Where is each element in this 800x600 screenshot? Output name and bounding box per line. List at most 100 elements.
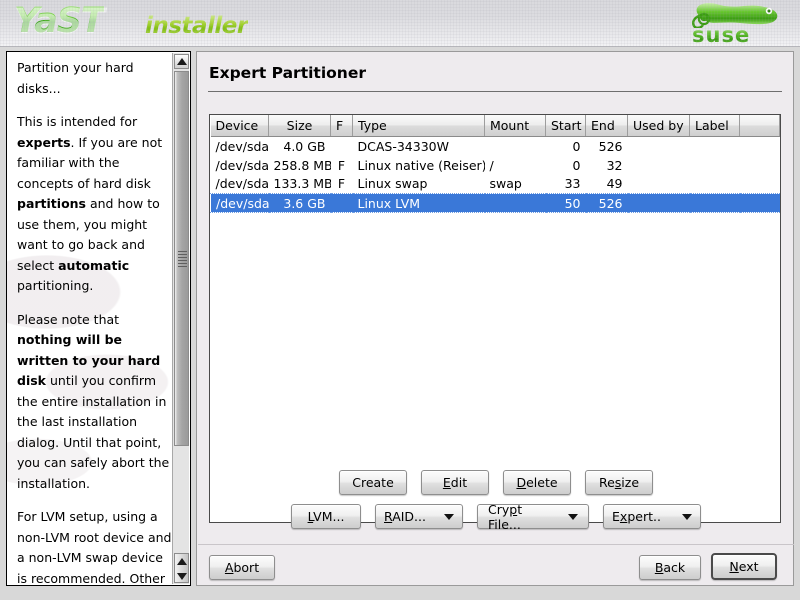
cell-filler — [740, 137, 780, 156]
cell-device: /dev/sda3 — [211, 194, 269, 213]
cell-used-by — [628, 175, 690, 194]
main-content: Expert Partitioner Device Size F Type Mo… — [196, 51, 794, 586]
scroll-step-up-button[interactable] — [175, 554, 188, 569]
scroll-step-down-button[interactable] — [175, 569, 188, 584]
column-header-filler — [740, 115, 780, 137]
column-header-end[interactable]: End — [586, 115, 628, 137]
create-button[interactable]: Create — [339, 470, 407, 495]
scroll-up-arrow-icon — [177, 58, 187, 65]
expert-menu-button[interactable]: Expert.. — [603, 504, 701, 529]
cell-mount — [485, 137, 546, 156]
cell-type: Linux swap — [353, 175, 485, 194]
cell-type: Linux LVM — [353, 194, 485, 213]
suse-wordmark: suse — [692, 23, 750, 47]
help-text: Partition your hard disks... This is inte… — [17, 58, 172, 586]
cell-size: 133.3 MB — [269, 175, 331, 194]
cell-type: DCAS-34330W — [353, 137, 485, 156]
column-header-used-by[interactable]: Used by — [628, 115, 690, 137]
abort-button-label: Abort — [225, 560, 259, 575]
edit-button[interactable]: Edit — [421, 470, 489, 495]
table-row[interactable]: /dev/sda2133.3 MBFLinux swapswap3349 — [211, 175, 780, 194]
cell-start: 0 — [546, 137, 586, 156]
scroll-down-arrow-icon — [177, 573, 187, 580]
next-button-label: Next — [729, 559, 758, 574]
resize-button[interactable]: Resize — [585, 470, 653, 495]
lvm-button[interactable]: LVM... — [291, 504, 361, 529]
delete-button[interactable]: Delete — [503, 470, 571, 495]
column-header-size[interactable]: Size — [269, 115, 331, 137]
app-banner: YaST installer suse — [0, 0, 800, 47]
column-header-label[interactable]: Label — [690, 115, 740, 137]
cell-filler — [740, 156, 780, 175]
cell-end: 49 — [586, 175, 628, 194]
cell-f: F — [331, 156, 353, 175]
scroll-up-arrow-icon — [177, 558, 187, 565]
delete-button-label: Delete — [516, 475, 557, 490]
cell-mount: / — [485, 156, 546, 175]
scrollbar-thumb[interactable] — [174, 71, 189, 446]
yast-installer-window: YaST installer suse — [0, 0, 800, 600]
cell-used-by — [628, 194, 690, 213]
help-panel: Partition your hard disks... This is inte… — [6, 51, 191, 586]
banner-divider — [0, 46, 800, 47]
cell-size: 4.0 GB — [269, 137, 331, 156]
cell-start: 33 — [546, 175, 586, 194]
table-row[interactable]: /dev/sda33.6 GB Linux LVM 50526 — [211, 194, 780, 213]
cell-device: /dev/sda2 — [211, 175, 269, 194]
installer-wordmark: installer — [145, 13, 248, 39]
back-button[interactable]: Back — [639, 555, 701, 580]
column-header-type[interactable]: Type — [353, 115, 485, 137]
cell-mount: swap — [485, 175, 546, 194]
next-button[interactable]: Next — [711, 553, 777, 580]
table-row[interactable]: /dev/sda1258.8 MBFLinux native (Reiser)/… — [211, 156, 780, 175]
cell-device: /dev/sda1 — [211, 156, 269, 175]
chevron-down-icon — [568, 514, 578, 520]
scroll-up-button[interactable] — [174, 54, 189, 69]
cell-used-by — [628, 156, 690, 175]
scroll-step-buttons[interactable] — [174, 553, 189, 583]
table-header-row: Device Size F Type Mount Start End Used … — [211, 115, 780, 137]
title-divider — [208, 91, 782, 92]
partition-table-container[interactable]: Device Size F Type Mount Start End Used … — [209, 114, 781, 523]
help-paragraph: This is intended for experts. If you are… — [17, 112, 172, 297]
scrollbar-grip-icon — [178, 251, 187, 267]
column-header-f[interactable]: F — [331, 115, 353, 137]
navigation-divider — [198, 544, 794, 545]
cell-label — [690, 194, 740, 213]
crypt-file-button-label: Crypt File... — [488, 502, 558, 532]
help-paragraph: Please note that nothing will be written… — [17, 310, 172, 495]
table-row[interactable]: /dev/sda4.0 GBDCAS-34330W0526 — [211, 137, 780, 156]
expert-button-label: Expert.. — [612, 509, 661, 524]
create-button-label: Create — [352, 475, 394, 490]
back-button-label: Back — [655, 560, 685, 575]
cell-label — [690, 137, 740, 156]
help-scrollbar[interactable] — [172, 53, 189, 584]
cell-filler — [740, 175, 780, 194]
cell-used-by — [628, 137, 690, 156]
column-header-device[interactable]: Device — [211, 115, 269, 137]
cell-label — [690, 156, 740, 175]
column-header-mount[interactable]: Mount — [485, 115, 546, 137]
cell-size: 258.8 MB — [269, 156, 331, 175]
partition-action-buttons: Create Edit Delete Resize — [197, 470, 795, 495]
help-paragraph: For LVM setup, using a non-LVM root devi… — [17, 507, 172, 586]
suse-logo: suse — [670, 2, 782, 46]
cell-start: 0 — [546, 156, 586, 175]
cell-end: 526 — [586, 194, 628, 213]
cell-f — [331, 137, 353, 156]
raid-menu-button[interactable]: RAID... — [375, 504, 463, 529]
cell-size: 3.6 GB — [269, 194, 331, 213]
cell-type: Linux native (Reiser) — [353, 156, 485, 175]
resize-button-label: Resize — [599, 475, 639, 490]
help-paragraph: Partition your hard disks... — [17, 58, 172, 99]
page-title: Expert Partitioner — [209, 64, 366, 82]
column-header-start[interactable]: Start — [546, 115, 586, 137]
crypt-file-menu-button[interactable]: Crypt File... — [477, 504, 589, 529]
edit-button-label: Edit — [443, 475, 467, 490]
yast-logo: YaST — [14, 1, 104, 41]
cell-start: 50 — [546, 194, 586, 213]
cell-end: 32 — [586, 156, 628, 175]
abort-button[interactable]: Abort — [209, 555, 275, 580]
cell-end: 526 — [586, 137, 628, 156]
advanced-action-buttons: LVM... RAID... Crypt File... Expert.. — [197, 504, 795, 529]
